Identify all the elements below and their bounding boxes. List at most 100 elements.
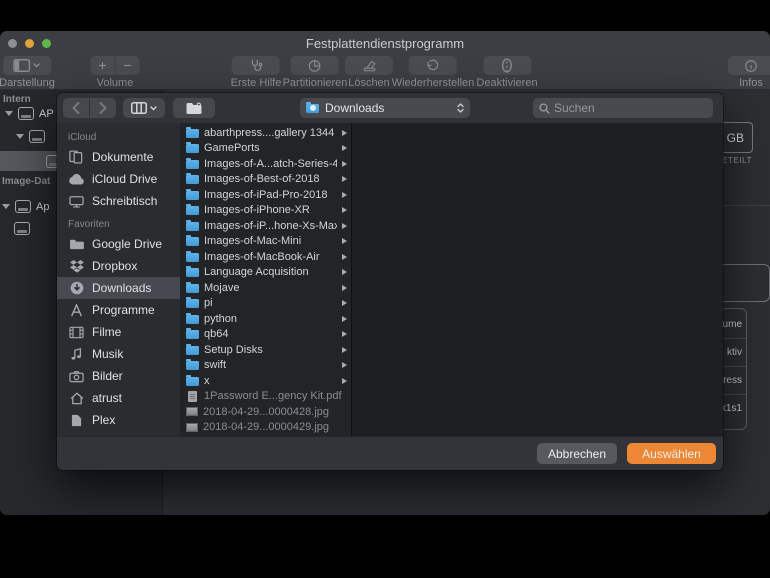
expand-triangle-icon [342, 253, 347, 260]
search-input[interactable] [554, 101, 707, 115]
file-name: 1Password E...gency Kit.pdf [204, 390, 342, 403]
folder-icon [186, 126, 199, 138]
traffic-lights [8, 39, 51, 48]
updown-chevrons-icon [457, 103, 464, 113]
file-row-python[interactable]: python [180, 311, 351, 327]
sidebar-item-google-drive[interactable]: Google Drive [57, 233, 180, 255]
disk-row[interactable]: AP [5, 107, 54, 120]
sidebar-item-bilder[interactable]: Bilder [57, 365, 180, 387]
cancel-button[interactable]: Abbrechen [537, 443, 617, 464]
file-row-images-of-mac-mini[interactable]: Images-of-Mac-Mini [180, 234, 351, 250]
file-name: 2018-04-29...0000429.jpg [203, 421, 329, 434]
downloads-folder-icon [306, 101, 319, 113]
toolbar-item-erstehilfe[interactable]: Erste Hilfe [231, 56, 281, 89]
disk-row[interactable] [16, 130, 45, 143]
disk-image-row[interactable]: Ap [2, 200, 49, 213]
add-volume-button[interactable]: + [90, 56, 115, 75]
back-button[interactable] [63, 98, 89, 118]
sidebar-item-schreibtisch[interactable]: Schreibtisch [57, 190, 180, 212]
toolbar-button-darstellung[interactable] [2, 56, 51, 75]
file-row-pi[interactable]: pi [180, 296, 351, 312]
sidebar-item-icloud-drive[interactable]: iCloud Drive [57, 168, 180, 190]
volume-segmented-control[interactable]: + − [90, 56, 140, 75]
folder-gray-icon [68, 238, 85, 250]
sidebar-item-musik[interactable]: Musik [57, 343, 180, 365]
file-row-images-of-best-of-2018[interactable]: Images-of-Best-of-2018 [180, 172, 351, 188]
file-row-x[interactable]: x [180, 373, 351, 389]
file-row-qb64[interactable]: qb64 [180, 327, 351, 343]
file-row-language-acquisition[interactable]: Language Acquisition [180, 265, 351, 281]
file-row-images-of-macbook-air[interactable]: Images-of-MacBook-Air [180, 249, 351, 265]
expand-triangle-icon [342, 207, 347, 214]
file-row-1password-e-gency-kit-pdf[interactable]: 1Password E...gency Kit.pdf [180, 389, 351, 405]
toolbar-button-wiederherstellen[interactable] [408, 56, 457, 75]
file-name: Setup Disks [204, 343, 263, 356]
remove-volume-button[interactable]: − [114, 56, 140, 75]
disclosure-triangle-icon[interactable] [2, 204, 10, 209]
sidebar-item-label: Downloads [92, 281, 152, 295]
search-field[interactable] [533, 98, 713, 118]
sidebar-item-dokumente[interactable]: Dokumente [57, 146, 180, 168]
toolbar-item-loeschen[interactable]: Löschen [345, 56, 393, 89]
expand-triangle-icon [342, 129, 347, 136]
toolbar-item-wiederherstellen[interactable]: Wiederherstellen [392, 56, 474, 89]
toolbar-button-partitionieren[interactable] [290, 56, 339, 75]
new-folder-button[interactable] [173, 98, 215, 118]
sidebar-item-programme[interactable]: Programme [57, 299, 180, 321]
disclosure-triangle-icon[interactable] [16, 134, 24, 139]
disk-image-row[interactable] [14, 222, 30, 235]
file-row-swift[interactable]: swift [180, 358, 351, 374]
file-row-images-of-ipad-pro-2018[interactable]: Images-of-iPad-Pro-2018 [180, 187, 351, 203]
confirm-button[interactable]: Auswählen [627, 443, 716, 464]
path-dropdown[interactable]: Downloads [300, 98, 470, 118]
sidebar-item-dropbox[interactable]: Dropbox [57, 255, 180, 277]
file-open-dialog: Downloads iCloud Dokumente iCloud Drive Sch… [57, 93, 723, 470]
sidebar-item-filme[interactable]: Filme [57, 321, 180, 343]
toolbar-item-deaktivieren[interactable]: Deaktivieren [476, 56, 538, 89]
file-row-images-of-iphone-xr[interactable]: Images-of-iPhone-XR [180, 203, 351, 219]
selected-volume-row[interactable] [0, 151, 62, 171]
file-name: swift [204, 359, 226, 372]
file-name: Mojave [204, 281, 240, 294]
minimize-button[interactable] [25, 39, 34, 48]
sidebar-item-plex[interactable]: Plex [57, 409, 180, 431]
sidebar-item-atrust[interactable]: atrust [57, 387, 180, 409]
toolbar-button-erstehilfe[interactable] [232, 56, 280, 75]
close-button[interactable] [8, 39, 17, 48]
toolbar-button-loeschen[interactable] [345, 56, 393, 75]
sidebar-item-downloads[interactable]: Downloads [57, 277, 180, 299]
file-row-images-of-ip-hone-xs-max[interactable]: Images-of-iP...hone-Xs-Max [180, 218, 351, 234]
zoom-button[interactable] [42, 39, 51, 48]
sidebar-item-label: Dropbox [92, 259, 138, 273]
file-row-abarthpress-gallery-1344[interactable]: abarthpress....gallery 1344 [180, 125, 351, 141]
toolbar-item-darstellung[interactable]: Darstellung [0, 56, 55, 89]
toolbar-button-infos[interactable] [728, 56, 770, 75]
file-name: python [204, 312, 238, 325]
toolbar-button-deaktivieren[interactable] [482, 56, 531, 75]
disclosure-triangle-icon[interactable] [5, 111, 13, 116]
disk-label: AP [39, 107, 54, 120]
disk-image-icon [15, 200, 31, 213]
file-row-setup-disks[interactable]: Setup Disks [180, 342, 351, 358]
expand-triangle-icon [342, 377, 347, 384]
path-value: Downloads [325, 101, 385, 115]
folder-icon [186, 204, 199, 216]
toolbar-item-partitionieren[interactable]: Partitionieren [283, 56, 347, 89]
partition-pie-icon [308, 59, 322, 73]
file-row-images-of-a-atch-series-4[interactable]: Images-of-A...atch-Series-4 [180, 156, 351, 172]
toolbar-item-infos[interactable]: Infos [728, 56, 770, 89]
sidebar-item-label: iCloud Drive [92, 172, 158, 186]
toolbar-item-volume[interactable]: + − Volume [90, 56, 140, 89]
forward-button[interactable] [90, 98, 116, 118]
file-row-2018-04-29-0000429-jpg[interactable]: 2018-04-29...0000429.jpg [180, 420, 351, 436]
file-row-2018-04-29-0000428-jpg[interactable]: 2018-04-29...0000428.jpg [180, 404, 351, 420]
expand-triangle-icon [342, 315, 347, 322]
file-row-mojave[interactable]: Mojave [180, 280, 351, 296]
file-row-gameports[interactable]: GamePorts [180, 141, 351, 157]
sidebar-item-label: Programme [92, 303, 155, 317]
file-name: abarthpress....gallery 1344 [204, 126, 335, 139]
dialog-body: iCloud Dokumente iCloud Drive Schreibtisch F… [57, 123, 723, 436]
desktop-icon [68, 195, 85, 208]
stethoscope-icon [249, 58, 264, 73]
column-view-button[interactable] [123, 98, 165, 118]
